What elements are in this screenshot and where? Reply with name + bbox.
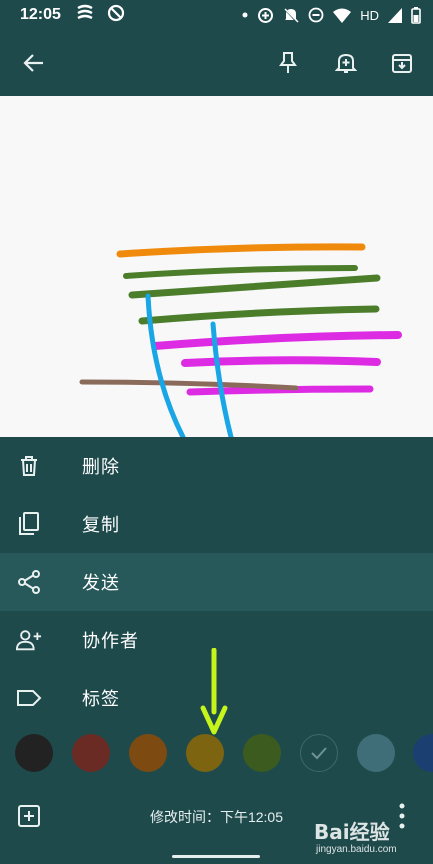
archive-icon — [392, 54, 412, 73]
menu-item-label: 复制 — [82, 515, 120, 535]
menu-item-label: 发送 — [82, 573, 120, 593]
archive-button[interactable] — [386, 47, 418, 79]
watermark-url: jingyan.baidu.com — [316, 844, 397, 855]
status-time: 12:05 — [20, 6, 61, 23]
status-bar: 12:05 HD — [0, 0, 433, 30]
menu-item-label: 协作者 — [82, 631, 139, 651]
share-icon — [16, 569, 42, 595]
battery-icon — [411, 6, 421, 24]
reminder-button[interactable] — [330, 47, 362, 79]
stroke-brown — [79, 379, 299, 391]
color-swatch-blue-gray[interactable] — [357, 734, 395, 772]
stroke-magenta-2 — [181, 356, 381, 367]
bell-plus-icon — [335, 53, 357, 73]
network-type-label: HD — [360, 7, 379, 23]
color-swatch-orange[interactable] — [129, 734, 167, 772]
annotation-arrow-icon — [200, 648, 228, 735]
stroke-orange — [116, 243, 366, 258]
notifications-off-icon — [283, 6, 299, 24]
color-swatch-black[interactable] — [15, 734, 53, 772]
person-add-icon — [16, 627, 42, 653]
label-icon — [16, 685, 42, 711]
menu-item-delete[interactable]: 删除 — [0, 437, 433, 495]
stroke-green-1 — [123, 265, 358, 279]
color-palette — [0, 734, 433, 774]
menu-item-label: 删除 — [82, 457, 120, 477]
stroke-green-2 — [128, 274, 381, 299]
color-swatch-green[interactable] — [243, 734, 281, 772]
drawing-canvas[interactable] — [0, 96, 433, 437]
note-toolbar — [0, 30, 433, 96]
color-swatch-teal-selected[interactable] — [300, 734, 338, 772]
menu-item-label: 标签 — [82, 689, 120, 709]
signal-icon — [388, 7, 402, 23]
check-icon — [311, 747, 327, 760]
sync-off-icon — [107, 4, 125, 26]
watermark-brand: Bai经验 — [314, 820, 390, 844]
copy-icon — [16, 511, 42, 537]
app-notification-icon — [75, 4, 95, 26]
home-indicator[interactable] — [172, 855, 260, 858]
baidu-jingyan-watermark: Bai经验 jingyan.baidu.com — [314, 814, 433, 864]
drawing-strokes — [79, 243, 402, 437]
data-saver-icon — [257, 7, 274, 24]
stroke-magenta-1 — [151, 331, 402, 350]
menu-item-send[interactable]: 发送 — [0, 553, 433, 611]
color-swatch-red[interactable] — [72, 734, 110, 772]
pin-button[interactable] — [272, 47, 304, 79]
arrow-left-icon — [23, 54, 43, 72]
dot-icon — [242, 12, 248, 18]
stroke-green-3 — [138, 305, 380, 325]
color-swatch-yellow[interactable] — [186, 734, 224, 772]
do-not-disturb-icon — [308, 7, 324, 23]
back-button[interactable] — [18, 47, 50, 79]
wifi-icon — [333, 8, 352, 23]
trash-icon — [16, 453, 42, 479]
color-swatch-dark-blue[interactable] — [413, 734, 433, 772]
menu-item-copy[interactable]: 复制 — [0, 495, 433, 553]
pin-icon — [279, 52, 297, 73]
